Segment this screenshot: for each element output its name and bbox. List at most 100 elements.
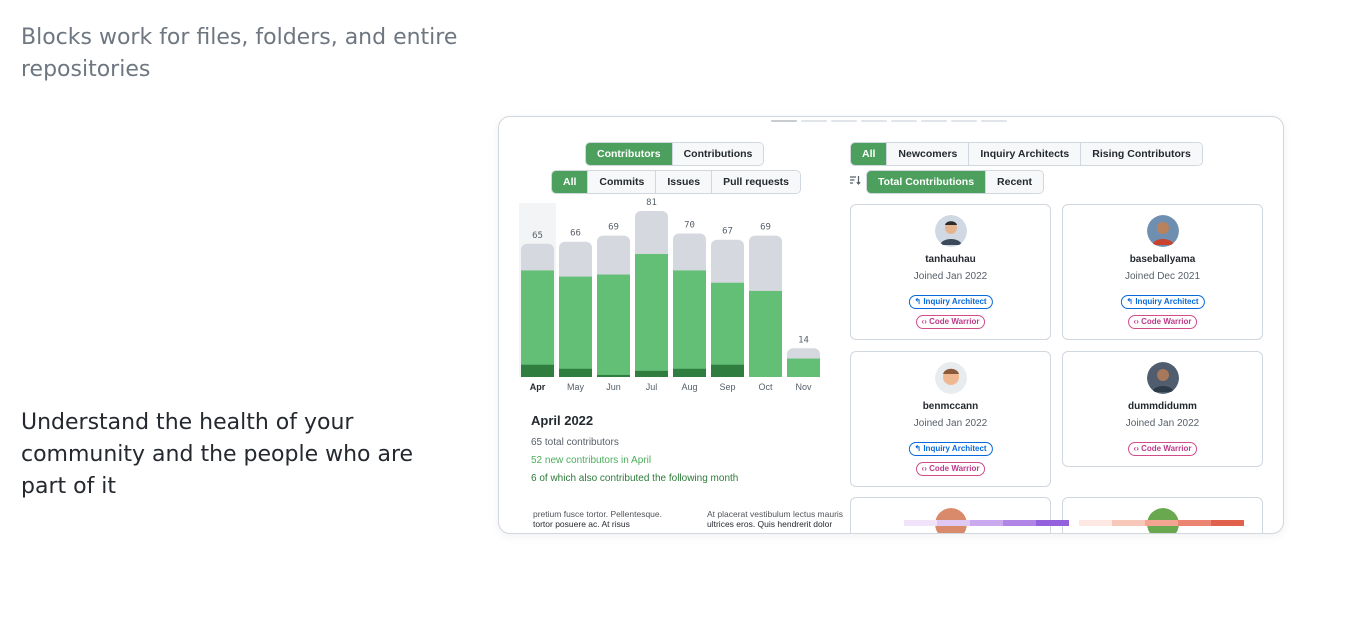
badge-code-warrior: ‹› Code Warrior [1127, 315, 1198, 329]
heatmap-strip [1079, 520, 1112, 526]
contributor-name: baseballyama [1129, 254, 1196, 265]
bar-new-may[interactable] [559, 276, 592, 377]
badge-code-warrior: ‹› Code Warrior [1127, 442, 1198, 456]
bar-new-jul[interactable] [635, 254, 668, 377]
heatmap-strip [904, 520, 937, 526]
bar-retained-jul[interactable] [635, 370, 668, 377]
bar-retained-aug[interactable] [673, 368, 706, 377]
bar-retained-apr[interactable] [521, 364, 554, 377]
type-filter: All Commits Issues Pull requests [551, 170, 802, 194]
summary-total-contributors: 65 total contributors [531, 437, 619, 448]
code-icon: ‹› [921, 317, 930, 326]
tab-pull-requests[interactable]: Pull requests [712, 171, 801, 193]
progress-segment [951, 120, 977, 122]
x-tick-label: Oct [758, 382, 773, 392]
badge-label: Inquiry Architect [923, 297, 987, 306]
progress-segment [831, 120, 857, 122]
x-tick-label: Sep [719, 382, 735, 392]
progress-segment [981, 120, 1007, 122]
bar-value-label: 69 [760, 223, 771, 233]
summary-new-contributors: 52 new contributors in April [531, 455, 652, 466]
badge-label: Inquiry Architect [923, 444, 987, 453]
contributor-joined: Joined Jan 2022 [913, 271, 988, 282]
progress-segment [771, 120, 797, 122]
badge-label: Inquiry Architect [1135, 297, 1199, 306]
contributor-card-partial[interactable] [1062, 497, 1263, 533]
tab-all-types[interactable]: All [552, 171, 589, 193]
progress-segment [921, 120, 947, 122]
sort-toggle: Total Contributions Recent [866, 170, 1045, 194]
heatmap-strip [1211, 520, 1244, 526]
bar-value-label: 67 [722, 227, 733, 237]
reply-icon: ↰ [914, 297, 924, 306]
bar-value-label: 66 [570, 229, 581, 239]
x-tick-label: Jul [646, 382, 658, 392]
contributor-card[interactable]: baseballyama Joined Dec 2021 ↰ Inquiry A… [1062, 204, 1263, 340]
heatmap-strip [1003, 520, 1036, 526]
background-text: tortor posuere ac. At risus [533, 519, 630, 529]
badge-label: Code Warrior [1141, 444, 1192, 453]
bar-new-jun[interactable] [597, 274, 630, 377]
bar-value-label: 65 [532, 231, 543, 241]
tab-inquiry-architects[interactable]: Inquiry Architects [969, 143, 1082, 165]
bar-new-sep[interactable] [711, 282, 744, 377]
background-text: At placerat vestibulum lectus mauris [707, 509, 844, 519]
heatmap-strip [1178, 520, 1211, 526]
community-block-card: Contributors Contributions All Commits I… [498, 116, 1284, 534]
background-text: ultrices eros. Quis hendrerit dolor [707, 519, 833, 529]
contributor-joined: Joined Jan 2022 [1125, 418, 1200, 429]
bar-value-label: 70 [684, 221, 695, 231]
tab-contributors[interactable]: Contributors [586, 143, 673, 165]
contributor-joined: Joined Dec 2021 [1124, 271, 1201, 282]
bar-new-aug[interactable] [673, 270, 706, 377]
contributor-card[interactable]: tanhauhau Joined Jan 2022 ↰ Inquiry Arch… [850, 204, 1051, 340]
caption-blocks: Blocks work for files, folders, and enti… [21, 25, 458, 82]
tab-recent[interactable]: Recent [986, 171, 1044, 193]
avatar [1147, 215, 1179, 247]
tab-commits[interactable]: Commits [588, 171, 657, 193]
progress-segment [801, 120, 827, 122]
contributor-name: tanhauhau [925, 254, 976, 265]
caption-community: Understand the health of your community … [21, 410, 414, 499]
code-icon: ‹› [1133, 444, 1142, 453]
code-icon: ‹› [921, 464, 930, 473]
tab-contributions[interactable]: Contributions [672, 143, 764, 165]
contributor-card[interactable]: benmccann Joined Jan 2022 ↰ Inquiry Arch… [850, 351, 1051, 487]
heatmap-strip [1145, 520, 1178, 526]
bar-retained-may[interactable] [559, 368, 592, 377]
progress-segment [861, 120, 887, 122]
reply-icon: ↰ [914, 444, 924, 453]
sort-descending-icon[interactable] [849, 174, 861, 189]
badge-label: Code Warrior [929, 317, 980, 326]
bar-value-label: 81 [646, 198, 657, 208]
x-tick-label: Nov [795, 382, 812, 392]
group-filter: All Newcomers Inquiry Architects Rising … [850, 142, 1203, 166]
x-tick-label: May [567, 382, 585, 392]
reply-icon: ↰ [1126, 297, 1136, 306]
tab-all-groups[interactable]: All [851, 143, 888, 165]
badge-inquiry-architect: ↰ Inquiry Architect [908, 295, 993, 309]
bar-value-label: 14 [798, 335, 809, 345]
contributor-card[interactable]: dummdidumm Joined Jan 2022 ‹› Code Warri… [1062, 351, 1263, 467]
bar-new-oct[interactable] [749, 290, 782, 377]
bar-retained-jun[interactable] [597, 374, 630, 377]
background-text: pretium fusce tortor. Pellentesque. [533, 509, 662, 519]
tab-rising-contributors[interactable]: Rising Contributors [1081, 143, 1202, 165]
progress-segment [891, 120, 917, 122]
bar-retained-sep[interactable] [711, 364, 744, 377]
contributor-card-partial[interactable] [850, 497, 1051, 533]
avatar [1147, 362, 1179, 394]
tab-issues[interactable]: Issues [656, 171, 713, 193]
contributor-joined: Joined Jan 2022 [913, 418, 988, 429]
badge-label: Code Warrior [929, 464, 980, 473]
bar-new-nov[interactable] [787, 358, 820, 377]
badge-code-warrior: ‹› Code Warrior [915, 315, 986, 329]
badge-inquiry-architect: ↰ Inquiry Architect [908, 442, 993, 456]
bar-new-apr[interactable] [521, 270, 554, 377]
tab-newcomers[interactable]: Newcomers [887, 143, 970, 165]
heatmap-strip [970, 520, 1003, 526]
heatmap-strip [937, 520, 970, 526]
tab-total-contributions[interactable]: Total Contributions [867, 171, 987, 193]
badge-label: Code Warrior [1141, 317, 1192, 326]
bar-value-label: 69 [608, 223, 619, 233]
